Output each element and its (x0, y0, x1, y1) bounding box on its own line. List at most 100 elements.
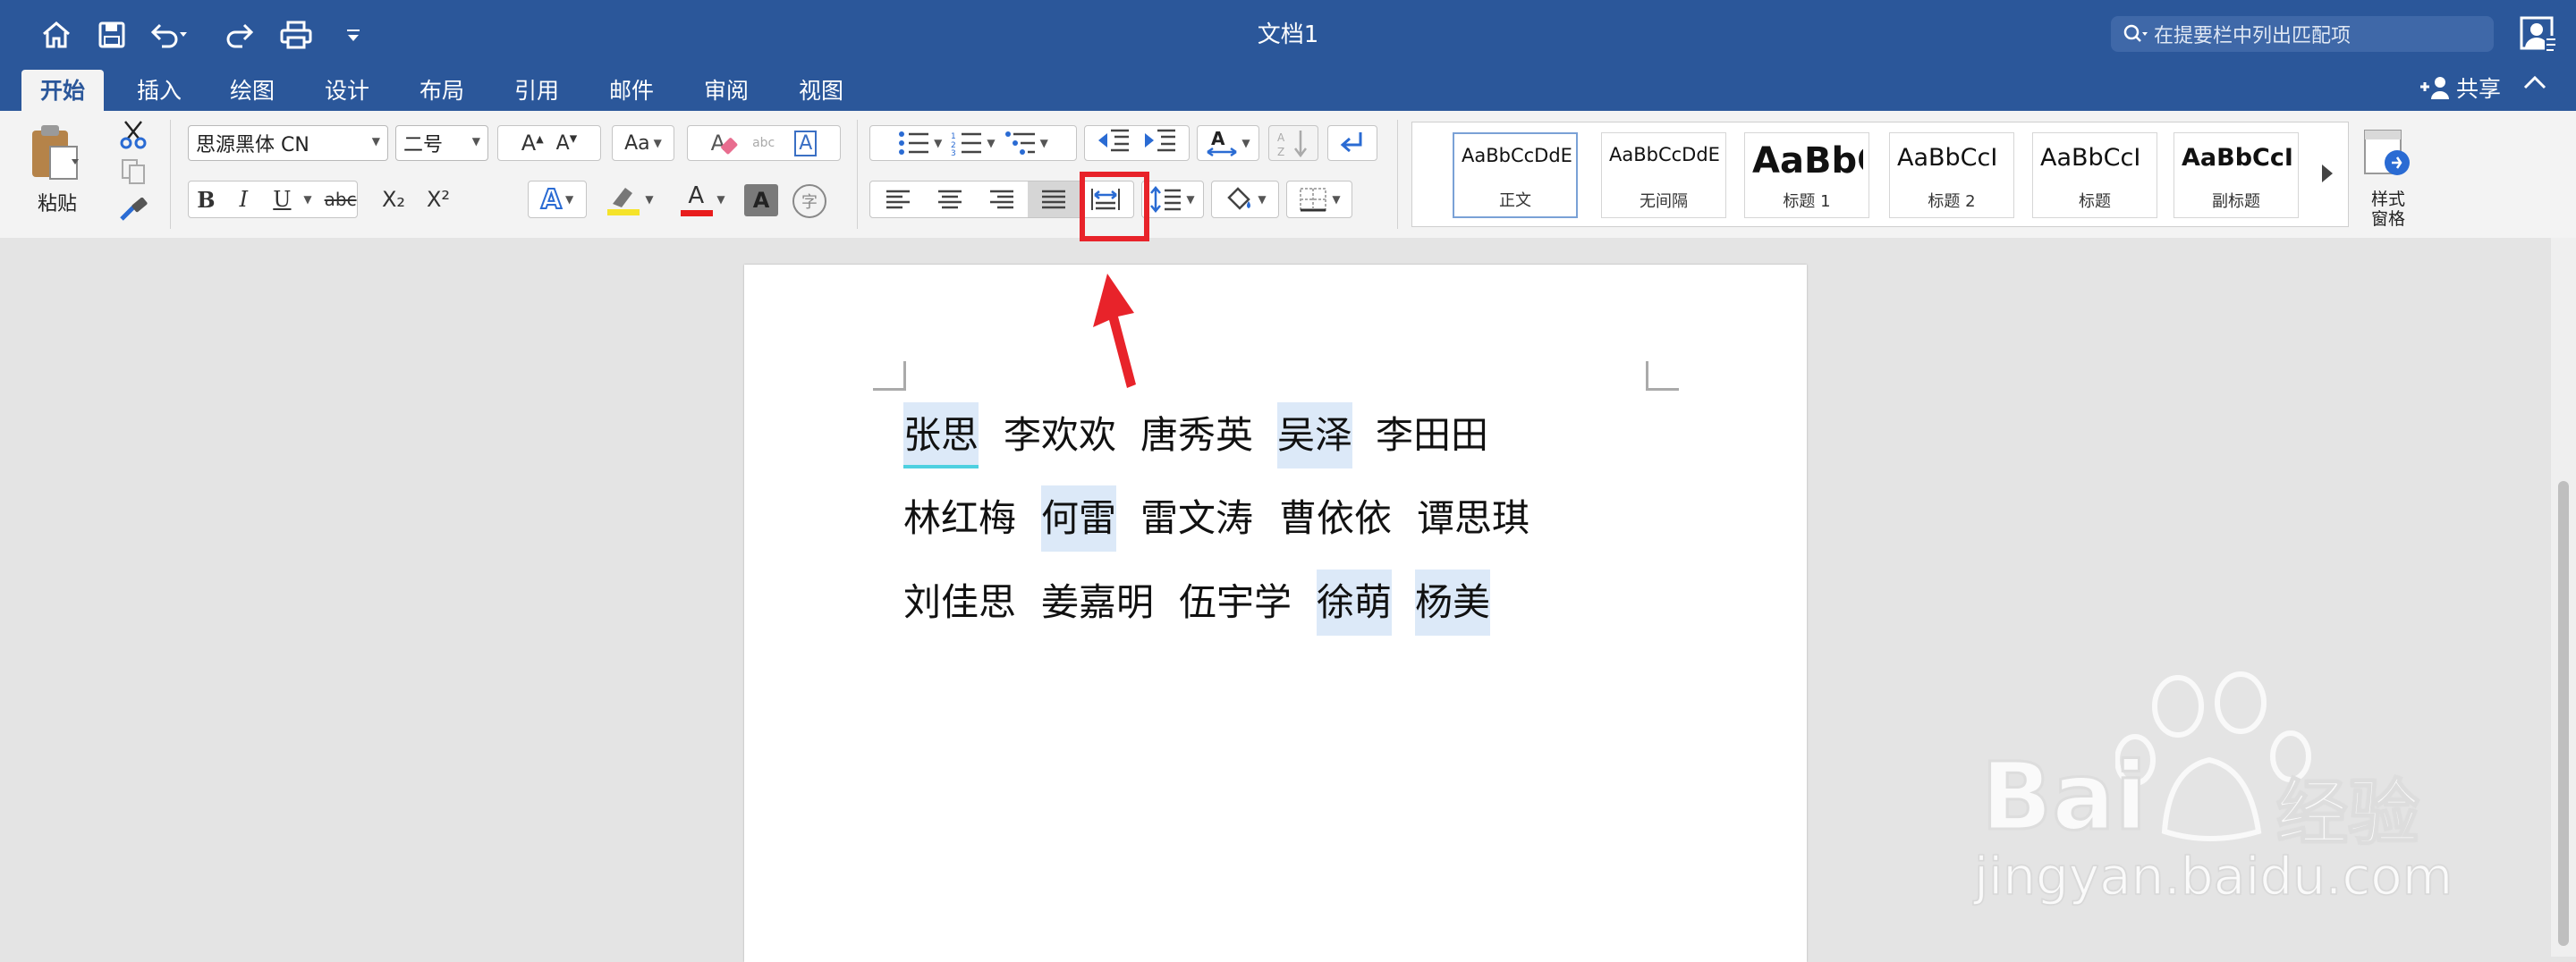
font-family-value: 思源黑体 CN (196, 134, 309, 156)
tab-mailings[interactable]: 邮件 (596, 73, 667, 109)
borders-button[interactable]: ▼ (1286, 181, 1352, 218)
asian-layout-button[interactable]: A ▼ (1197, 125, 1259, 161)
customize-toolbar-icon[interactable] (331, 13, 376, 57)
underline-button[interactable]: U (264, 187, 300, 212)
tab-references[interactable]: 引用 (501, 73, 572, 109)
name-word[interactable]: 徐萌 (1317, 570, 1393, 636)
line-spacing-button[interactable]: ▼ (1141, 181, 1204, 218)
name-word[interactable]: 李欢欢 (1004, 402, 1116, 468)
name-word[interactable]: 雷文涛 (1140, 485, 1253, 552)
style-name: 标题 1 (1783, 192, 1831, 211)
name-word[interactable]: 伍宇学 (1179, 570, 1292, 636)
subscript-button[interactable]: X₂ (371, 187, 416, 212)
name-word[interactable]: 林红梅 (903, 485, 1016, 552)
align-left-icon (886, 190, 910, 209)
collapse-ribbon-icon[interactable] (2522, 73, 2549, 100)
align-center-icon (938, 190, 962, 209)
watermark-brand: Bai (1979, 741, 2148, 853)
paste-button[interactable] (18, 122, 89, 184)
style-no-spacing[interactable]: AaBbCcDdEe 无间隔 (1601, 132, 1726, 218)
borders-icon (1300, 188, 1327, 212)
phonetic-guide-button[interactable]: abc (752, 136, 775, 150)
clear-format-button[interactable]: A (711, 131, 738, 156)
name-word[interactable]: 李田田 (1376, 402, 1488, 468)
share-label: 共享 (2456, 76, 2502, 102)
line-spacing-icon (1150, 186, 1182, 213)
increase-indent-button[interactable] (1143, 128, 1177, 158)
name-word[interactable]: 谭思琪 (1417, 485, 1530, 552)
share-button[interactable]: 共享 (2420, 72, 2501, 104)
tab-view[interactable]: 视图 (785, 73, 857, 109)
style-title[interactable]: AaBbCcI 标题 (2032, 132, 2157, 218)
home-icon[interactable] (34, 13, 79, 57)
character-border-button[interactable]: A (794, 130, 818, 156)
styles-pane-icon[interactable] (2361, 127, 2415, 181)
scroll-thumb[interactable] (2558, 481, 2569, 946)
styles-next-icon[interactable] (2318, 159, 2340, 191)
style-heading-1[interactable]: AaBbC( 标题 1 (1744, 132, 1869, 218)
redo-icon[interactable] (217, 13, 262, 57)
shading-button[interactable]: ▼ (1211, 181, 1279, 218)
sort-button[interactable]: AZ (1268, 125, 1318, 161)
search-input[interactable]: 在提要栏中列出匹配项 (2111, 16, 2494, 52)
name-word[interactable]: 唐秀英 (1140, 402, 1253, 468)
account-icon[interactable] (2518, 14, 2557, 54)
bold-button[interactable]: B (189, 187, 223, 213)
asian-layout-icon: A (1207, 129, 1238, 157)
eraser-icon (720, 138, 738, 155)
name-word[interactable]: 杨美 (1415, 570, 1491, 636)
tab-design[interactable]: 设计 (311, 73, 383, 109)
name-word[interactable]: 曹依依 (1279, 485, 1392, 552)
styles-pane-label[interactable]: 样式 窗格 (2365, 190, 2411, 229)
font-color-button[interactable]: A ▼ (667, 181, 739, 218)
character-shading-button[interactable]: A (744, 184, 778, 216)
style-heading-2[interactable]: AaBbCcI 标题 2 (1889, 132, 2014, 218)
save-icon[interactable] (89, 13, 134, 57)
vertical-scrollbar[interactable] (2551, 238, 2576, 957)
name-word[interactable]: 姜嘉明 (1041, 570, 1154, 636)
undo-icon[interactable] (147, 13, 191, 57)
watermark-url: jingyan.baidu.com (1973, 845, 2453, 907)
justify-button[interactable] (1028, 181, 1080, 217)
tab-home[interactable]: 开始 (21, 70, 104, 113)
tab-layout[interactable]: 布局 (406, 73, 478, 109)
italic-button[interactable]: I (223, 187, 264, 212)
text-format-group: B I U ▼ abc (188, 181, 358, 218)
align-center-button[interactable] (924, 181, 976, 217)
name-word[interactable]: 何雷 (1041, 485, 1117, 552)
enclose-characters-button[interactable]: 字 (791, 182, 828, 220)
highlight-color-button[interactable]: ▼ (594, 181, 665, 218)
svg-text:Z: Z (1277, 146, 1284, 157)
multilevel-list-button[interactable]: ▼ (1004, 131, 1048, 156)
name-word[interactable]: 吴泽 (1277, 402, 1353, 468)
font-size-adjust-group: A▲ A▼ (497, 125, 601, 161)
decrease-indent-button[interactable] (1097, 128, 1131, 158)
font-size-select[interactable]: 二号 ▼ (395, 125, 488, 161)
cut-icon[interactable] (114, 118, 152, 152)
align-right-button[interactable] (976, 181, 1028, 217)
tab-draw[interactable]: 绘图 (216, 73, 288, 109)
font-color-icon: A (681, 182, 714, 216)
style-subtitle[interactable]: AaBbCcI 副标题 (2174, 132, 2299, 218)
tab-review[interactable]: 审阅 (691, 73, 762, 109)
print-icon[interactable] (274, 13, 318, 57)
name-word[interactable]: 张思 (903, 402, 979, 468)
font-family-select[interactable]: 思源黑体 CN ▼ (188, 125, 388, 161)
shrink-font-button[interactable]: A▼ (556, 132, 578, 155)
superscript-button[interactable]: X² (416, 187, 461, 212)
bullets-button[interactable]: ▼ (898, 131, 942, 156)
tab-insert[interactable]: 插入 (123, 73, 195, 109)
style-normal[interactable]: AaBbCcDdEe 正文 (1453, 132, 1578, 218)
paste-label: 粘贴 (38, 193, 78, 215)
numbered-list-icon: 123 (951, 132, 982, 156)
copy-icon[interactable] (114, 156, 152, 188)
text-effects-button[interactable]: A ▼ (528, 181, 587, 218)
strikethrough-button[interactable]: abc (325, 189, 357, 210)
change-case-button[interactable]: Aa ▼ (612, 125, 674, 161)
numbering-button[interactable]: 1 2 3 ▼ (951, 131, 995, 156)
grow-font-button[interactable]: A▲ (521, 131, 544, 156)
show-formatting-marks-button[interactable] (1327, 125, 1377, 161)
name-word[interactable]: 刘佳思 (903, 570, 1016, 636)
format-painter-icon[interactable] (114, 195, 152, 227)
align-left-button[interactable] (872, 181, 924, 217)
